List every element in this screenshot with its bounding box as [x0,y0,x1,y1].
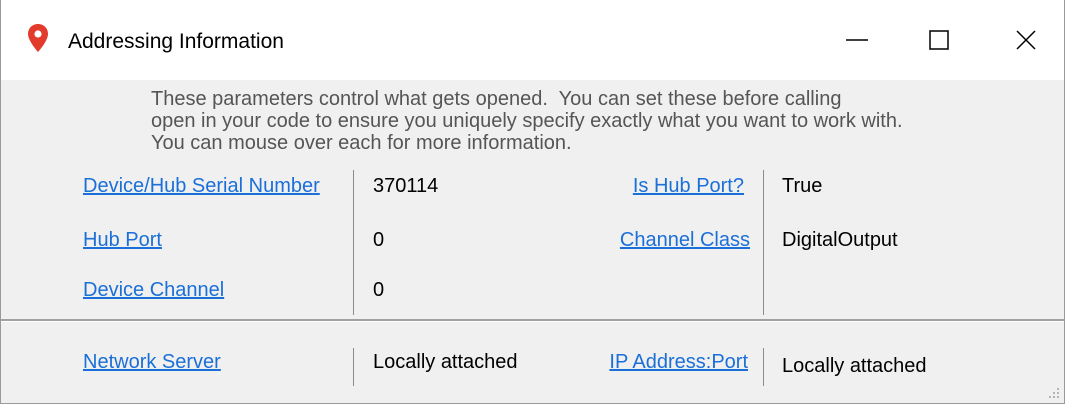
channel-class-value: DigitalOutput [782,229,898,251]
network-server-link[interactable]: Network Server [83,350,221,374]
hub-port-value: 0 [373,229,385,251]
network-server-value: Locally attached [373,351,518,373]
description-line: You can mouse over each for more informa… [151,132,572,154]
window-title: Addressing Information [68,30,284,53]
location-pin-icon [28,24,48,52]
maximize-icon [929,30,949,50]
is-hub-port-value: True [782,175,823,197]
serial-number-value: 370114 [373,175,439,197]
addressing-information-window: Addressing Information These parameters … [0,0,1065,404]
ip-address-port-value: Locally attached [782,355,927,377]
column-separator [353,170,354,315]
maximize-button[interactable] [919,20,959,60]
description-text: These parameters control what gets opene… [151,88,1031,154]
device-channel-link[interactable]: Device Channel [83,278,224,302]
section-divider [1,319,1064,322]
title-bar[interactable]: Addressing Information [1,0,1064,80]
minimize-button[interactable] [837,20,877,60]
column-separator [763,348,764,386]
is-hub-port-link[interactable]: Is Hub Port? [633,174,744,198]
serial-number-link[interactable]: Device/Hub Serial Number [83,174,320,198]
hub-port-link[interactable]: Hub Port [83,228,162,252]
device-channel-value: 0 [373,279,385,301]
ip-address-port-link[interactable]: IP Address:Port [609,350,748,374]
description-line: These parameters control what gets opene… [151,88,842,110]
close-button[interactable] [1006,20,1046,60]
channel-class-link[interactable]: Channel Class [620,228,750,252]
column-separator [353,348,354,386]
resize-grip-icon[interactable] [1048,387,1060,399]
minimize-icon [846,39,868,41]
description-line: open in your code to ensure you uniquely… [151,110,903,132]
close-icon [1016,30,1036,50]
column-separator [763,170,764,315]
